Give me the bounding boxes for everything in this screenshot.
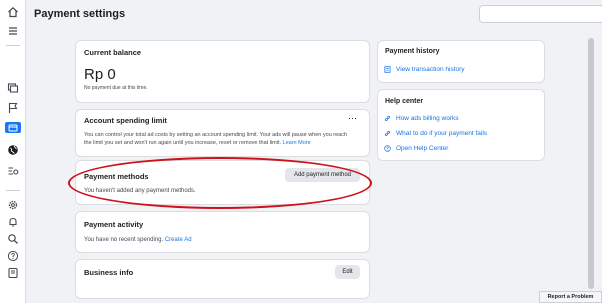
globe-icon[interactable]	[5, 142, 21, 158]
spending-limit-card: Account spending limit ⋯ You can control…	[75, 109, 370, 157]
add-payment-method-button[interactable]: Add payment method	[285, 168, 360, 182]
report-problem-button[interactable]: Report a Problem	[539, 291, 602, 303]
payment-activity-card: Payment activity You have no recent spen…	[75, 211, 370, 253]
balance-amount: Rp 0	[84, 66, 116, 83]
gear-icon[interactable]	[5, 197, 21, 213]
scrollbar-thumb[interactable]	[588, 38, 594, 289]
view-transaction-history-link[interactable]: View transaction history	[384, 66, 465, 73]
link-label: What to do if your payment fails	[396, 130, 488, 137]
overview-icon[interactable]	[5, 80, 21, 96]
help-link-help-center[interactable]: Open Help Center	[384, 145, 448, 152]
more-options-icon[interactable]: ⋯	[348, 113, 357, 124]
home-icon[interactable]	[5, 4, 21, 20]
learn-more-link[interactable]: Learn More	[283, 140, 311, 146]
help-center-card: Help center How ads billing works What t…	[377, 89, 545, 161]
create-ad-link[interactable]: Create Ad	[165, 237, 192, 243]
card-title: Help center	[385, 98, 424, 105]
payment-history-card: Payment history View transaction history	[377, 40, 545, 83]
card-title: Payment history	[385, 48, 440, 55]
question-circle-icon	[384, 145, 391, 152]
settings-list-icon[interactable]	[5, 163, 21, 179]
card-title: Payment activity	[84, 220, 144, 229]
spending-limit-text-line2: the limit you set and won't run again un…	[84, 140, 311, 146]
bell-icon[interactable]	[5, 214, 21, 230]
edit-button[interactable]: Edit	[335, 265, 360, 279]
current-balance-card: Current balance Rp 0 No payment due at t…	[75, 40, 370, 103]
left-nav-rail	[0, 0, 26, 303]
page-header: Payment settings	[26, 0, 602, 30]
link-label: View transaction history	[396, 66, 465, 73]
report-icon[interactable]	[5, 265, 21, 281]
link-label: How ads billing works	[396, 115, 459, 122]
link-icon	[384, 115, 391, 122]
rail-divider	[6, 45, 20, 46]
business-info-card: Business info Edit	[75, 259, 370, 299]
card-title: Business info	[84, 268, 134, 277]
billing-icon[interactable]	[5, 122, 21, 133]
card-title: Account spending limit	[84, 116, 167, 125]
link-label: Open Help Center	[396, 145, 449, 152]
help-link-billing[interactable]: How ads billing works	[384, 115, 459, 122]
card-title: Current balance	[84, 48, 142, 57]
ad-account-select[interactable]	[479, 5, 602, 23]
help-link-payment-fails[interactable]: What to do if your payment fails	[384, 130, 487, 137]
payment-methods-empty-text: You haven't added any payment methods.	[84, 188, 196, 194]
balance-note: No payment due at this time.	[84, 85, 148, 91]
rail-divider	[6, 190, 20, 191]
help-icon[interactable]	[5, 248, 21, 264]
card-title: Payment methods	[84, 172, 149, 181]
activity-empty-text: You have no recent spending.	[84, 237, 165, 243]
search-icon[interactable]	[5, 231, 21, 247]
menu-icon[interactable]	[5, 23, 21, 39]
payment-methods-card: Payment methods Add payment method You h…	[75, 160, 370, 205]
receipt-icon	[384, 66, 391, 73]
spending-limit-text-line1: You can control your total ad costs by s…	[84, 132, 348, 138]
link-icon	[384, 130, 391, 137]
flag-icon[interactable]	[5, 100, 21, 116]
page-title: Payment settings	[34, 8, 126, 20]
spending-limit-text: the limit you set and won't run again un…	[84, 140, 283, 146]
activity-text: You have no recent spending. Create Ad	[84, 237, 192, 243]
